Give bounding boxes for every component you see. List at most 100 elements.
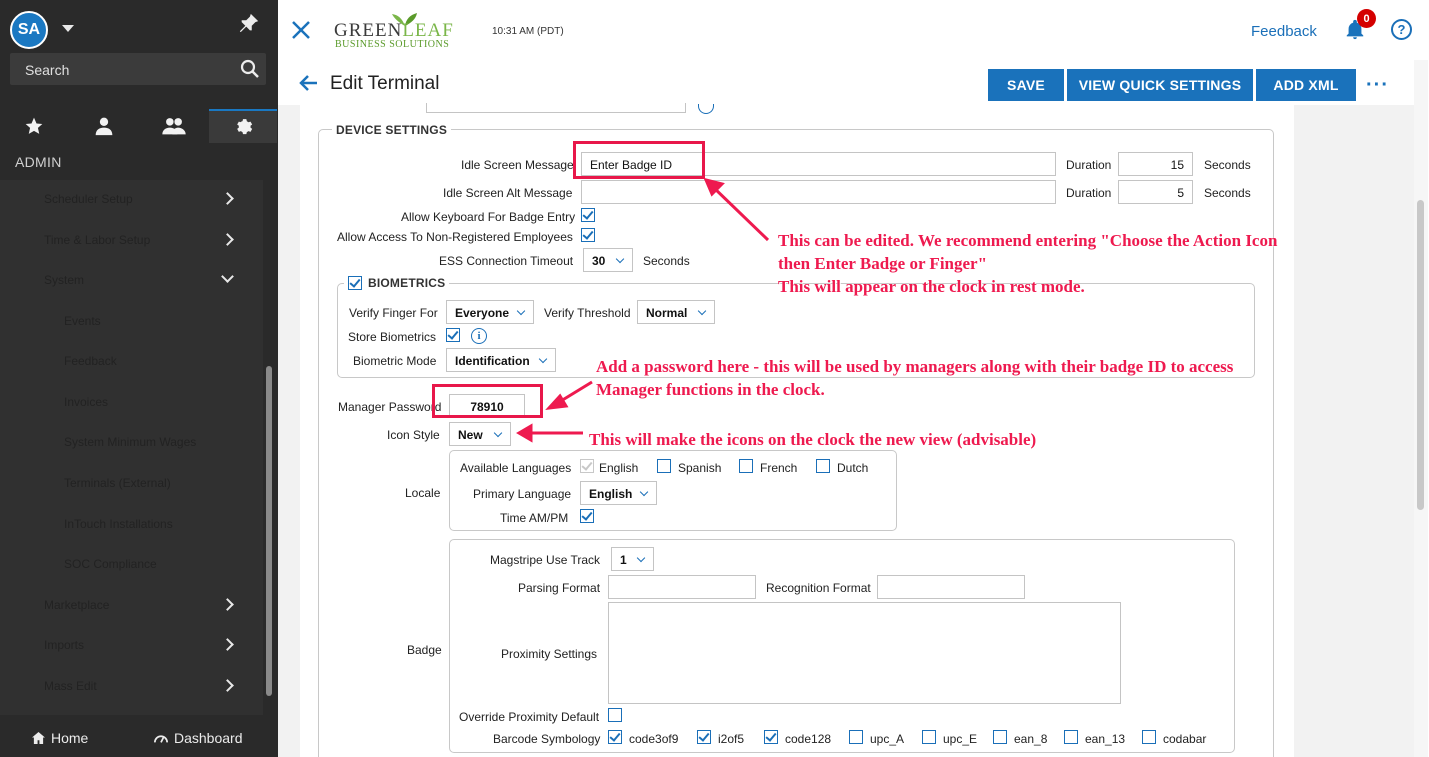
ess-timeout-label: ESS Connection Timeout <box>439 254 574 268</box>
sidebar-item-label: Marketplace <box>44 598 110 612</box>
barcode-i2of5-checkbox[interactable] <box>697 730 711 744</box>
barcode-upc-a-label: upc_A <box>870 732 905 746</box>
recognition-format-input[interactable] <box>877 575 1025 599</box>
content-gutter-left <box>278 105 300 757</box>
barcode-ean-13-label: ean_13 <box>1085 732 1126 746</box>
language-english-checkbox[interactable] <box>580 459 594 473</box>
sidebar-item-intouch-installations[interactable]: InTouch Installations <box>0 505 263 545</box>
idle-screen-alt-message-input[interactable] <box>581 180 1056 204</box>
account-dropdown-icon[interactable] <box>62 25 74 32</box>
sidebar-item-events[interactable]: Events <box>0 302 263 342</box>
sidebar-item-time-labor-setup[interactable]: Time & Labor Setup <box>0 221 263 261</box>
close-icon[interactable] <box>289 18 313 42</box>
barcode-code3of9-label: code3of9 <box>629 732 679 746</box>
star-icon <box>25 117 43 134</box>
pin-icon[interactable] <box>238 12 260 34</box>
language-english-label: English <box>599 461 639 475</box>
search-placeholder: Search <box>25 62 70 78</box>
globe-icon[interactable] <box>698 104 714 114</box>
person-icon <box>95 117 113 136</box>
more-options-icon[interactable]: ··· <box>1366 74 1389 97</box>
barcode-code128-checkbox[interactable] <box>764 730 778 744</box>
idle-screen-message-label: Idle Screen Message <box>461 158 574 172</box>
sidebar-item-label: Mass Edit <box>44 679 97 693</box>
dashboard-link[interactable]: Dashboard <box>154 730 243 746</box>
keyboard-badge-entry-checkbox[interactable] <box>581 208 595 222</box>
content-gutter-right <box>1294 105 1414 757</box>
avatar[interactable]: SA <box>10 11 48 49</box>
magstripe-select[interactable]: 1 <box>611 547 654 571</box>
main-scrollbar[interactable] <box>1417 200 1424 510</box>
sidebar-item-label: Scheduler Setup <box>44 192 133 206</box>
gear-icon <box>237 119 253 135</box>
add-xml-button[interactable]: ADD XML <box>1256 69 1356 101</box>
sidebar-item-label: Feedback <box>64 354 117 368</box>
language-spanish-checkbox[interactable] <box>657 459 671 473</box>
barcode-upc-e-checkbox[interactable] <box>922 730 936 744</box>
sidebar-item-mass-edit[interactable]: Mass Edit <box>0 667 263 707</box>
override-proximity-checkbox[interactable] <box>608 708 622 722</box>
help-icon[interactable]: ? <box>1391 19 1412 40</box>
barcode-upc-a-checkbox[interactable] <box>849 730 863 744</box>
info-icon[interactable]: i <box>471 328 487 344</box>
back-arrow-icon[interactable] <box>299 73 319 93</box>
verify-finger-for-select[interactable]: Everyone <box>446 300 534 324</box>
time-zone-select[interactable] <box>426 103 686 113</box>
store-biometrics-checkbox[interactable] <box>446 328 460 342</box>
sidebar-item-label: SOC Compliance <box>64 557 157 571</box>
time-ampm-label: Time AM/PM <box>500 511 569 525</box>
primary-language-select[interactable]: English <box>580 481 657 505</box>
sidebar-icon-tabs <box>0 109 278 143</box>
biometric-mode-select[interactable]: Identification <box>446 348 556 372</box>
icon-style-select[interactable]: New <box>449 422 511 446</box>
save-button[interactable]: SAVE <box>988 69 1064 101</box>
barcode-ean-13-checkbox[interactable] <box>1064 730 1078 744</box>
language-dutch-checkbox[interactable] <box>816 459 830 473</box>
tab-team[interactable] <box>140 109 208 143</box>
verify-finger-for-label: Verify Finger For <box>349 306 438 320</box>
duration-input-2[interactable]: 5 <box>1118 180 1193 204</box>
dashboard-icon <box>154 735 168 743</box>
manager-password-highlight <box>432 384 543 418</box>
tab-favorites[interactable] <box>0 109 68 143</box>
seconds-label: Seconds <box>1204 186 1251 200</box>
search-icon[interactable] <box>240 59 260 79</box>
sidebar-item-terminals-external[interactable]: Terminals (External) <box>0 464 263 504</box>
barcode-ean-8-checkbox[interactable] <box>993 730 1007 744</box>
keyboard-badge-entry-label: Allow Keyboard For Badge Entry <box>401 210 576 224</box>
feedback-link[interactable]: Feedback <box>1251 23 1317 40</box>
sidebar-item-scheduler-setup[interactable]: Scheduler Setup <box>0 180 263 220</box>
biometric-mode-label: Biometric Mode <box>353 354 437 368</box>
chevron-right-icon <box>221 192 234 205</box>
non-registered-employees-label: Allow Access To Non-Registered Employees <box>337 230 573 244</box>
duration-input-1[interactable]: 15 <box>1118 152 1193 176</box>
non-registered-employees-checkbox[interactable] <box>581 228 595 242</box>
duration-label: Duration <box>1066 186 1112 200</box>
sidebar-item-system[interactable]: System <box>0 261 263 301</box>
view-quick-settings-button[interactable]: VIEW QUICK SETTINGS <box>1067 69 1253 101</box>
sidebar-scrollbar[interactable] <box>266 366 272 696</box>
chevron-down-icon <box>221 270 234 283</box>
verify-threshold-select[interactable]: Normal <box>637 300 715 324</box>
search-input[interactable]: Search <box>10 53 266 85</box>
language-french-checkbox[interactable] <box>739 459 753 473</box>
sidebar-menu: Scheduler Setup Time & Labor Setup Syste… <box>0 180 263 715</box>
parsing-format-input[interactable] <box>608 575 756 599</box>
dashboard-label: Dashboard <box>174 730 243 746</box>
tab-my-info[interactable] <box>70 109 138 143</box>
sidebar-item-system-minimum-wages[interactable]: System Minimum Wages <box>0 423 263 463</box>
biometrics-checkbox[interactable] <box>348 276 362 290</box>
sidebar-item-imports[interactable]: Imports <box>0 626 263 666</box>
time-ampm-checkbox[interactable] <box>580 509 594 523</box>
barcode-code3of9-checkbox[interactable] <box>608 730 622 744</box>
group-icon <box>162 118 186 135</box>
tab-admin[interactable] <box>209 109 277 143</box>
sidebar-item-marketplace[interactable]: Marketplace <box>0 586 263 626</box>
ess-timeout-select[interactable]: 30 <box>583 248 633 272</box>
home-link[interactable]: Home <box>32 730 88 746</box>
sidebar-item-soc-compliance[interactable]: SOC Compliance <box>0 545 263 585</box>
sidebar-item-feedback[interactable]: Feedback <box>0 342 263 382</box>
proximity-settings-textarea[interactable] <box>608 602 1121 704</box>
sidebar-item-invoices[interactable]: Invoices <box>0 383 263 423</box>
barcode-codabar-checkbox[interactable] <box>1142 730 1156 744</box>
